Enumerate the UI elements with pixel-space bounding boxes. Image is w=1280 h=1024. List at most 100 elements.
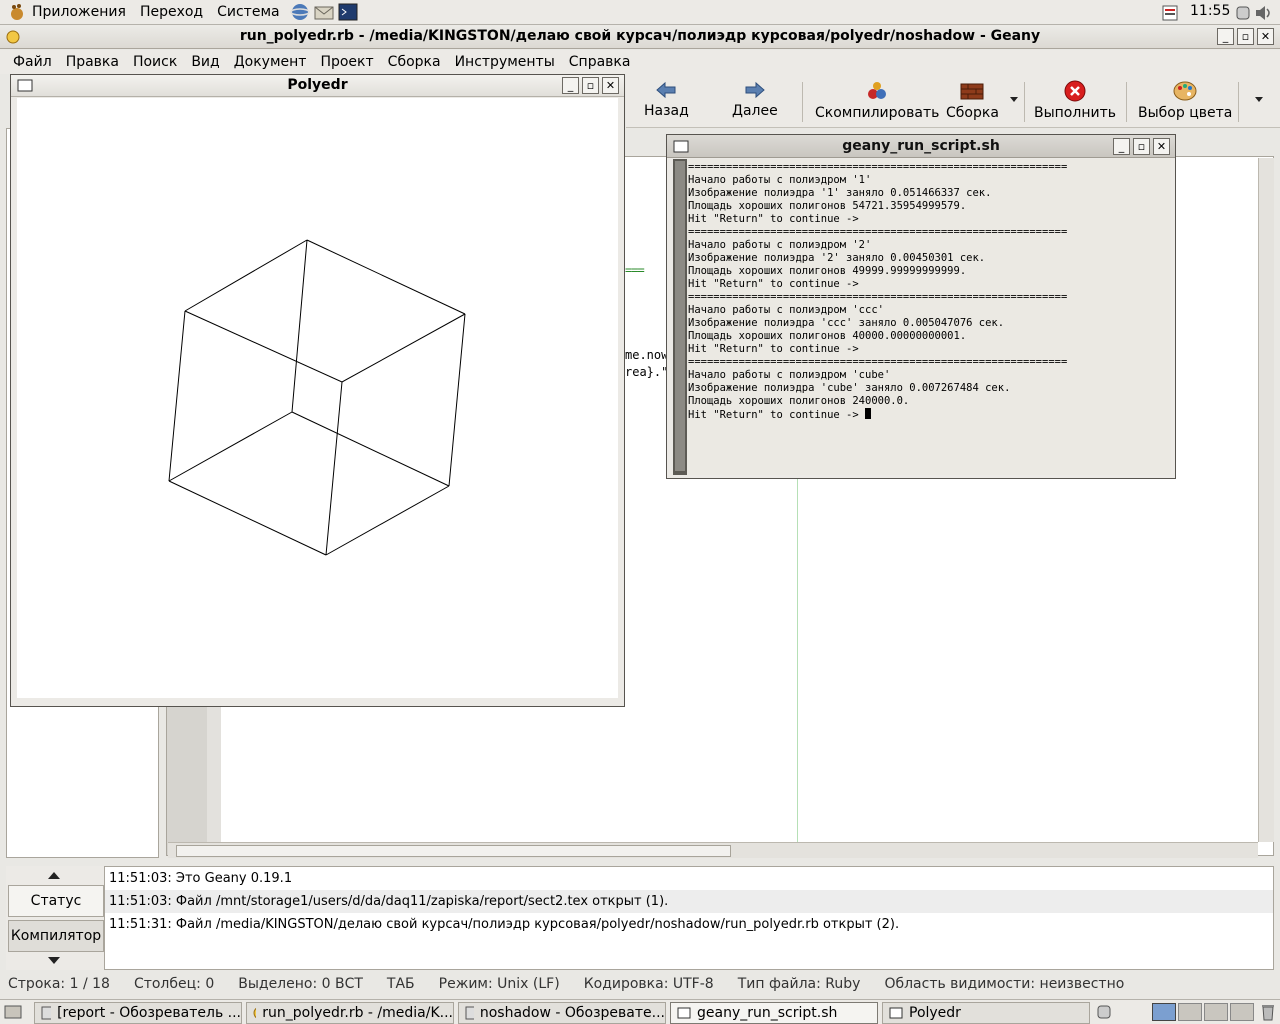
toolbar-separator <box>802 82 803 122</box>
back-button[interactable]: Назад <box>644 80 689 119</box>
window-icon <box>889 1007 903 1019</box>
status-message[interactable]: 11:51:03: Файл /mnt/storage1/users/d/da/… <box>105 890 1273 913</box>
menu-project[interactable]: Проект <box>313 54 380 70</box>
minimize-button[interactable]: _ <box>1217 28 1234 45</box>
terminal-line: Площадь хороших полигонов 240000.0. <box>688 395 910 407</box>
menu-help[interactable]: Справка <box>562 54 638 70</box>
status-message-list[interactable]: 11:51:03: Это Geany 0.19.1 11:51:03: Фай… <box>104 866 1274 970</box>
code-fragment-2: rea}." <box>625 365 669 379</box>
status-filetype: Тип файла: Ruby <box>737 976 861 992</box>
status-message[interactable]: 11:51:03: Это Geany 0.19.1 <box>105 867 1273 890</box>
notification-icon[interactable] <box>1094 1003 1114 1021</box>
terminal-maximize-button[interactable]: ▫ <box>1133 138 1150 155</box>
editor-horizontal-scrollbar[interactable] <box>168 842 1258 858</box>
volume-icon[interactable] <box>1253 3 1275 23</box>
execute-button[interactable]: Выполнить <box>1034 80 1116 121</box>
polyedr-canvas <box>17 98 618 698</box>
terminal-close-button[interactable]: ✕ <box>1153 138 1170 155</box>
menu-tools[interactable]: Инструменты <box>448 54 562 70</box>
terminal-scrollbar[interactable] <box>673 159 687 475</box>
tab-status[interactable]: Статус <box>8 885 104 917</box>
terminal-line: Hit "Return" to continue -> <box>688 343 859 355</box>
cube-wireframe-drawing <box>168 239 466 556</box>
terminal-line: Hit "Return" to continue -> <box>688 278 859 290</box>
menu-document[interactable]: Документ <box>227 54 314 70</box>
toolbar-separator <box>1238 82 1239 122</box>
workspace-2[interactable] <box>1178 1003 1202 1021</box>
polyedr-minimize-button[interactable]: _ <box>562 77 579 94</box>
execute-stop-icon <box>1064 80 1086 102</box>
terminal-titlebar[interactable]: geany_run_script.sh _ ▫ ✕ <box>667 135 1175 158</box>
build-dropdown-arrow-icon[interactable] <box>1009 96 1019 104</box>
taskbar-item-report[interactable]: [report - Обозреватель ... <box>34 1002 242 1024</box>
tab-scroll-up-icon[interactable] <box>46 870 62 880</box>
geany-titlebar[interactable]: run_polyedr.rb - /media/KINGSTON/делаю с… <box>0 25 1280 49</box>
status-message[interactable]: 11:51:31: Файл /media/KINGSTON/делаю сво… <box>105 913 1273 936</box>
terminal-window[interactable]: geany_run_script.sh _ ▫ ✕ ==============… <box>666 134 1176 479</box>
terminal-minimize-button[interactable]: _ <box>1113 138 1130 155</box>
places-menu[interactable]: Переход <box>133 4 210 20</box>
clock[interactable]: 11:55 <box>1190 3 1230 19</box>
status-encoding: Кодировка: UTF-8 <box>583 976 714 992</box>
menu-build[interactable]: Сборка <box>381 54 448 70</box>
editor-vertical-scrollbar[interactable] <box>1258 158 1274 842</box>
menu-view[interactable]: Вид <box>184 54 226 70</box>
network-icon[interactable] <box>1233 3 1253 23</box>
taskbar-item-run-script[interactable]: geany_run_script.sh <box>670 1002 878 1024</box>
status-column: Столбец: 0 <box>133 976 215 992</box>
code-fragment-1: me.now <box>625 348 669 362</box>
applications-menu[interactable]: Приложения <box>0 3 133 21</box>
maximize-button[interactable]: ▫ <box>1237 28 1254 45</box>
polyedr-titlebar[interactable]: Polyedr _ ▫ ✕ <box>11 75 624 97</box>
workspace-switcher[interactable] <box>1152 1003 1254 1021</box>
gnome-foot-icon <box>11 4 23 20</box>
mail-launcher-icon[interactable] <box>313 2 335 22</box>
status-selection: Выделено: 0 ВСТ <box>238 976 363 992</box>
system-menu[interactable]: Система <box>210 4 286 20</box>
polyedr-close-button[interactable]: ✕ <box>602 77 619 94</box>
build-bricks-icon <box>960 83 984 100</box>
taskbar-item-noshadow[interactable]: noshadow - Обозревате... <box>458 1002 666 1024</box>
web-browser-launcher-icon[interactable] <box>289 2 311 22</box>
tab-compiler[interactable]: Компилятор <box>8 920 104 952</box>
polyedr-maximize-button[interactable]: ▫ <box>582 77 599 94</box>
tab-scroll-down-icon[interactable] <box>46 956 62 966</box>
trash-icon[interactable] <box>1260 1003 1276 1021</box>
system-tray <box>1160 0 1180 25</box>
horizontal-scroll-thumb[interactable] <box>176 845 731 857</box>
file-manager-icon <box>465 1006 474 1020</box>
status-scope: Область видимости: неизвестно <box>884 976 1125 992</box>
status-eol-mode: Режим: Unix (LF) <box>438 976 560 992</box>
taskbar-item-polyedr[interactable]: Polyedr <box>882 1002 1090 1024</box>
message-window: Статус Компилятор 11:51:03: Это Geany 0.… <box>6 866 1274 970</box>
arrow-left-icon <box>656 81 676 99</box>
window-title: run_polyedr.rb - /media/KINGSTON/делаю с… <box>239 28 1041 44</box>
close-button[interactable]: ✕ <box>1257 28 1274 45</box>
terminal-scroll-thumb[interactable] <box>675 161 685 471</box>
menu-search[interactable]: Поиск <box>126 54 184 70</box>
taskbar-label: [report - Обозреватель ... <box>57 1005 241 1021</box>
compile-label: Скомпилировать <box>815 105 940 121</box>
menu-file[interactable]: Файл <box>6 54 59 70</box>
forward-button[interactable]: Далее <box>732 80 778 119</box>
terminal-output-area[interactable]: ========================================… <box>673 159 1171 475</box>
compile-button[interactable]: Скомпилировать <box>815 80 939 121</box>
workspace-1[interactable] <box>1152 1003 1176 1021</box>
taskbar-label: run_polyedr.rb - /media/K... <box>262 1005 453 1021</box>
forward-label: Далее <box>732 103 778 119</box>
show-desktop-icon[interactable] <box>4 1004 22 1020</box>
taskbar-item-geany[interactable]: run_polyedr.rb - /media/K... <box>246 1002 454 1024</box>
message-tabs: Статус Компилятор <box>6 866 104 970</box>
workspace-3[interactable] <box>1204 1003 1228 1021</box>
status-line: Строка: 1 / 18 <box>8 976 110 992</box>
terminal-line: ========================================… <box>688 161 1068 173</box>
menu-edit[interactable]: Правка <box>59 54 126 70</box>
terminal-launcher-icon[interactable] <box>337 2 359 22</box>
workspace-4[interactable] <box>1230 1003 1254 1021</box>
toolbar-overflow-arrow-icon[interactable] <box>1254 96 1264 104</box>
polyedr-window[interactable]: Polyedr _ ▫ ✕ <box>10 74 625 707</box>
window-icon <box>677 1007 691 1019</box>
color-chooser-button[interactable]: Выбор цвета <box>1138 80 1232 121</box>
clipboard-icon[interactable] <box>1160 4 1180 22</box>
build-button[interactable]: Сборка <box>946 80 999 121</box>
